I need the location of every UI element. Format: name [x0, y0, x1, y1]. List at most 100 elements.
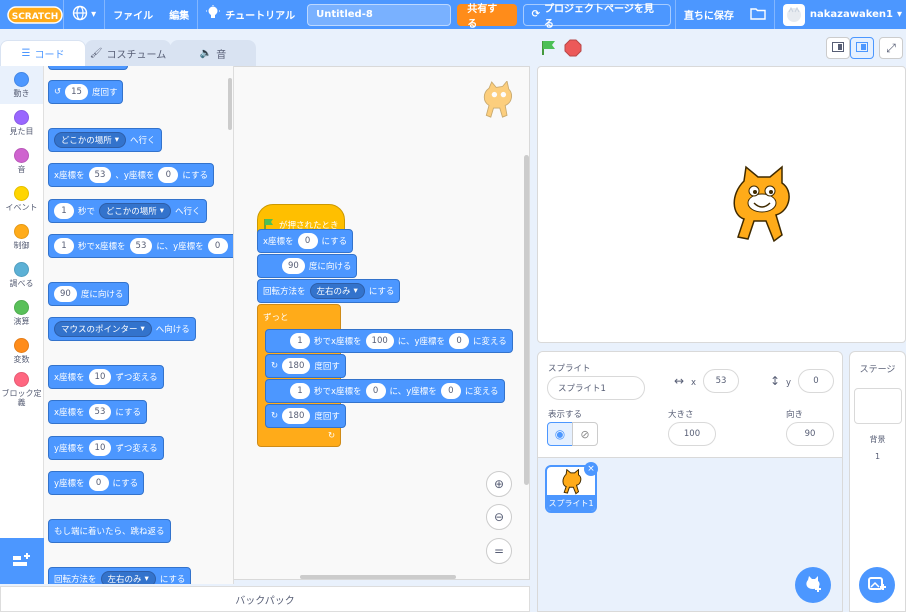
- project-page-button[interactable]: ⟳ プロジェクトページを見る: [522, 3, 671, 30]
- cat-sprite-icon[interactable]: [724, 165, 800, 248]
- tab-sound[interactable]: 🔈 音: [170, 40, 256, 66]
- glidexy-x-value[interactable]: 53: [129, 238, 153, 254]
- glide-secs-value[interactable]: 1: [290, 383, 310, 399]
- zoom-in-button[interactable]: ⊕: [486, 471, 512, 497]
- block-set-x[interactable]: x座標を 53 にする: [48, 400, 147, 424]
- glide-dropdown[interactable]: どこかの場所 ▾: [99, 203, 172, 219]
- glide-x-value[interactable]: 100: [365, 333, 394, 349]
- backdrop-thumbnail[interactable]: [854, 388, 902, 424]
- category-item[interactable]: 音: [0, 142, 43, 180]
- set-x-value[interactable]: 0: [297, 233, 318, 249]
- block-change-x[interactable]: x座標を 10 ずつ変える: [48, 365, 164, 389]
- edit-menu[interactable]: 編集: [161, 0, 197, 29]
- category-item[interactable]: イベント: [0, 180, 43, 218]
- stop-icon[interactable]: [564, 39, 582, 60]
- block-point-towards[interactable]: マウスのポインター ▾ へ向ける: [48, 317, 196, 341]
- goto-dropdown[interactable]: どこかの場所 ▾: [54, 132, 127, 148]
- block-glide-to[interactable]: 1 秒で どこかの場所 ▾ へ行く: [48, 199, 207, 223]
- change-x-value[interactable]: 10: [88, 369, 112, 385]
- glide-y-value[interactable]: 0: [440, 383, 461, 399]
- turn-left-value[interactable]: 15: [65, 84, 88, 100]
- sprite-name-input[interactable]: スプライト1: [547, 376, 645, 400]
- fullscreen-button[interactable]: ⤢: [879, 37, 903, 59]
- point-towards-dropdown[interactable]: マウスのポインター ▾: [54, 321, 152, 337]
- category-item[interactable]: 変数: [0, 332, 43, 370]
- goto-x-value[interactable]: 53: [88, 167, 112, 183]
- file-menu[interactable]: ファイル: [104, 0, 161, 29]
- choose-sprite-button[interactable]: [795, 567, 831, 603]
- glide-secs-value[interactable]: 1: [290, 333, 310, 349]
- block-glide-xy[interactable]: 1 秒でx座標を 0 に、y座標を 0 に変える: [265, 379, 505, 403]
- tab-code[interactable]: ☰ コード: [0, 40, 86, 66]
- delete-sprite-button[interactable]: ×: [584, 462, 598, 476]
- share-button[interactable]: 共有する: [457, 3, 517, 30]
- point-direction-value[interactable]: 90: [54, 286, 77, 302]
- block-set-x[interactable]: x座標を 0 にする: [257, 229, 354, 253]
- turn-value[interactable]: 180: [282, 408, 311, 424]
- block-set-y[interactable]: y座標を 0 にする: [48, 471, 145, 495]
- size-input[interactable]: 100: [668, 422, 716, 446]
- account-menu[interactable]: nakazawaken1 ▾: [773, 0, 906, 29]
- point-direction-value[interactable]: 90: [282, 258, 305, 274]
- my-stuff-button[interactable]: [742, 0, 774, 29]
- block-turn-left[interactable]: ↺ 15 度回す: [48, 80, 124, 104]
- glide-x-value[interactable]: 0: [365, 383, 386, 399]
- block-rotation-style[interactable]: 回転方法を 左右のみ ▾ にする: [48, 567, 192, 584]
- y-position-input[interactable]: 0: [798, 369, 834, 393]
- category-item[interactable]: 動き: [0, 66, 43, 104]
- script-workspace[interactable]: が押されたとき x座標を 0 にする 90 度に向ける 回転方法を 左右のみ ▾ …: [234, 66, 530, 580]
- block-rotation-style[interactable]: 回転方法を 左右のみ ▾ にする: [257, 279, 401, 303]
- scratch-logo[interactable]: SCRATCH: [6, 5, 63, 25]
- workspace-vscrollbar[interactable]: [524, 155, 529, 485]
- save-now-button[interactable]: 直ちに保存: [674, 0, 742, 29]
- category-item[interactable]: 調べる: [0, 256, 43, 294]
- glidexy-secs-value[interactable]: 1: [54, 238, 74, 254]
- block-point-direction[interactable]: 90 度に向ける: [48, 282, 130, 306]
- category-item[interactable]: 演算: [0, 294, 43, 332]
- logo-text: SCRATCH: [11, 12, 58, 22]
- show-sprite-button[interactable]: ◉: [547, 422, 573, 446]
- language-menu[interactable]: ▾: [63, 0, 104, 29]
- category-item[interactable]: ブロック定義: [0, 370, 43, 408]
- rotation-style-dropdown[interactable]: 左右のみ ▾: [100, 571, 156, 584]
- block-text: 秒でx座標を: [314, 337, 362, 347]
- zoom-reset-button[interactable]: =: [486, 538, 512, 564]
- block-move-steps[interactable]: [48, 66, 128, 70]
- x-position-input[interactable]: 53: [703, 369, 739, 393]
- block-point-direction[interactable]: 90 度に向ける: [257, 254, 358, 278]
- project-title-input[interactable]: Untitled-8: [307, 3, 452, 26]
- change-y-value[interactable]: 10: [88, 440, 112, 456]
- glide-secs-value[interactable]: 1: [54, 203, 74, 219]
- turn-value[interactable]: 180: [282, 358, 311, 374]
- normal-stage-button[interactable]: [850, 37, 874, 59]
- glide-y-value[interactable]: 0: [449, 333, 470, 349]
- category-item[interactable]: 制御: [0, 218, 43, 256]
- goto-y-value[interactable]: 0: [158, 167, 179, 183]
- block-goto[interactable]: どこかの場所 ▾ へ行く: [48, 128, 162, 152]
- green-flag-icon[interactable]: [540, 39, 558, 60]
- block-goto-xy[interactable]: x座標を 53 、y座標を 0 にする: [48, 163, 214, 187]
- stage-canvas[interactable]: [537, 66, 906, 343]
- backpack[interactable]: バックパック: [0, 586, 530, 612]
- add-extension-button[interactable]: [0, 538, 44, 584]
- small-stage-button[interactable]: [826, 37, 850, 59]
- direction-input[interactable]: 90: [786, 422, 834, 446]
- rotation-style-dropdown[interactable]: 左右のみ ▾: [309, 283, 365, 299]
- hide-sprite-button[interactable]: ⊘: [572, 422, 598, 446]
- block-turn-right[interactable]: ↻ 180 度回す: [265, 354, 346, 378]
- block-change-y[interactable]: y座標を 10 ずつ変える: [48, 436, 164, 460]
- workspace-hscrollbar[interactable]: [300, 575, 456, 579]
- choose-backdrop-button[interactable]: [859, 567, 895, 603]
- tab-costume[interactable]: 🖌 コスチューム: [85, 40, 171, 66]
- block-glide-xy[interactable]: 1 秒でx座標を 100 に、y座標を 0 に変える: [265, 329, 513, 353]
- set-x-value[interactable]: 53: [88, 404, 112, 420]
- block-glide-xy[interactable]: 1 秒でx座標を 53 に、y座標を 0: [48, 234, 233, 258]
- zoom-out-button[interactable]: ⊖: [486, 504, 512, 530]
- set-y-value[interactable]: 0: [88, 475, 109, 491]
- tutorial-button[interactable]: チュートリアル: [197, 0, 303, 29]
- glidexy-y-value[interactable]: 0: [207, 238, 228, 254]
- palette-scrollbar[interactable]: [228, 78, 232, 130]
- block-bounce[interactable]: もし端に着いたら、跳ね返る: [48, 519, 171, 543]
- block-turn-right[interactable]: ↻ 180 度回す: [265, 404, 346, 428]
- category-item[interactable]: 見た目: [0, 104, 43, 142]
